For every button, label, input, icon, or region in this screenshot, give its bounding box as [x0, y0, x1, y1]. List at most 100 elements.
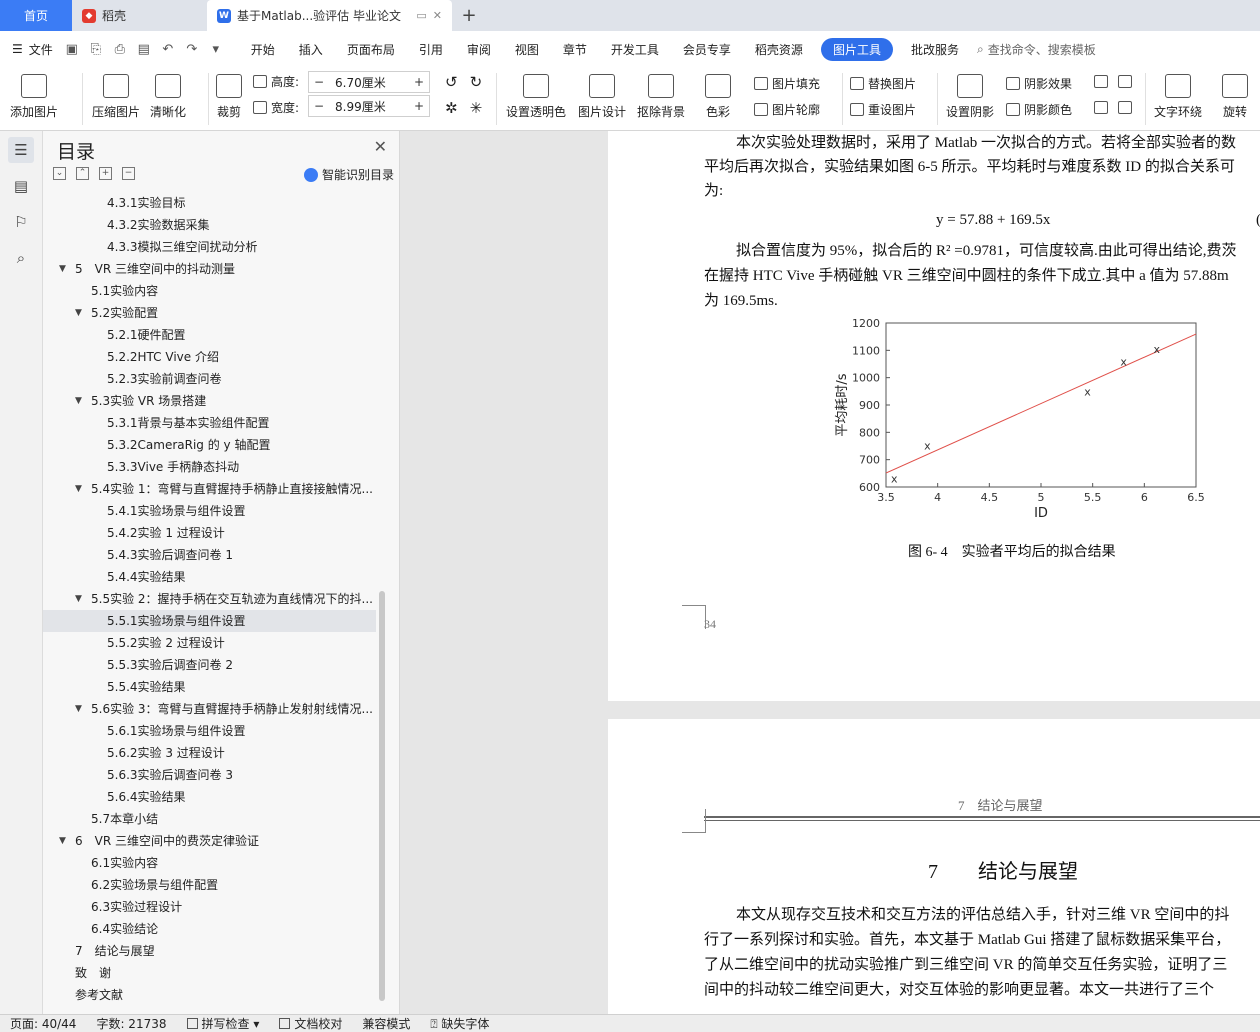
rotate-left-icon[interactable]: ↺	[445, 73, 458, 91]
width-stepper[interactable]: − 8.99厘米 +	[308, 95, 430, 117]
sharpen-button[interactable]: 清晰化	[150, 67, 186, 120]
shadow-left-icon[interactable]	[1094, 101, 1108, 114]
compress-picture-button[interactable]: 压缩图片	[92, 67, 140, 120]
rotate-right-icon[interactable]: ↻	[470, 73, 483, 91]
save-icon[interactable]: ▣	[63, 42, 81, 57]
preview-icon[interactable]: ▤	[135, 42, 153, 57]
tab-home[interactable]: 首页	[0, 0, 72, 31]
toc-item[interactable]: 5.2.3实验前调查问卷	[43, 368, 376, 390]
toc-item[interactable]: ▼ 5.3实验 VR 场景搭建	[43, 390, 376, 412]
toc-item[interactable]: 5.5.3实验后调查问卷 2	[43, 654, 376, 676]
toc-item[interactable]: 4.3.1实验目标	[43, 192, 376, 214]
more-chevron-icon[interactable]: ▾	[207, 42, 225, 57]
reset-picture-button[interactable]: 重设图片	[850, 101, 916, 118]
menu-reference[interactable]: 引用	[407, 41, 455, 58]
brightness-up-icon[interactable]: ✲	[445, 99, 458, 117]
expand-toggle-icon[interactable]: ▼	[59, 258, 66, 280]
toc-scrollbar[interactable]	[379, 591, 385, 1001]
remove-heading-icon[interactable]: −	[122, 167, 135, 180]
word-count[interactable]: 字数: 21738	[96, 1015, 166, 1032]
shadow-down-icon[interactable]	[1118, 75, 1132, 88]
expand-toggle-icon[interactable]: ▼	[75, 390, 82, 412]
toc-item[interactable]: ▼ 5.2实验配置	[43, 302, 376, 324]
toc-item[interactable]: ▼ 5 VR 三维空间中的抖动测量	[43, 258, 376, 280]
tab-close-icon[interactable]: ✕	[433, 9, 442, 22]
height-increase-button[interactable]: +	[409, 75, 429, 89]
menu-daoke[interactable]: 稻壳资源	[743, 41, 815, 58]
spell-check-toggle[interactable]: 拼写检查 ▾	[186, 1015, 259, 1032]
close-icon[interactable]: ✕	[374, 137, 387, 156]
find-icon[interactable]: ⌕	[8, 245, 34, 271]
toc-item[interactable]: 5.3.3Vive 手柄静态抖动	[43, 456, 376, 478]
add-picture-button[interactable]: 添加图片	[10, 67, 58, 120]
menu-batch[interactable]: 批改服务	[899, 41, 971, 58]
toc-item[interactable]: ▼ 5.5实验 2：握持手柄在交互轨迹为直线情况下的抖...	[43, 588, 376, 610]
menu-member[interactable]: 会员专享	[671, 41, 743, 58]
bookmark-icon[interactable]: ⚐	[8, 209, 34, 235]
menu-section[interactable]: 章节	[551, 41, 599, 58]
height-decrease-button[interactable]: −	[309, 75, 329, 89]
width-increase-button[interactable]: +	[409, 99, 429, 113]
crop-button[interactable]: 裁剪	[216, 67, 242, 120]
toc-item[interactable]: 6.2实验场景与组件配置	[43, 874, 376, 896]
document-area[interactable]: 本次实验处理数据时，采用了 Matlab 一次拟合的方式。若将全部实验者的数 平…	[400, 131, 1260, 1014]
menu-start[interactable]: 开始	[239, 41, 287, 58]
width-decrease-button[interactable]: −	[309, 99, 329, 113]
toc-item[interactable]: 5.2.1硬件配置	[43, 324, 376, 346]
redo-icon[interactable]: ↷	[183, 42, 201, 57]
chapter-panel-icon[interactable]: ▤	[8, 173, 34, 199]
shadow-right-icon[interactable]	[1118, 101, 1132, 114]
expand-all-icon[interactable]: ⌃	[76, 167, 89, 180]
collapse-all-icon[interactable]: ⌄	[53, 167, 66, 180]
toc-item[interactable]: 致 谢	[43, 962, 376, 984]
toc-item[interactable]: 5.3.1背景与基本实验组件配置	[43, 412, 376, 434]
menu-view[interactable]: 视图	[503, 41, 551, 58]
toc-item[interactable]: 5.5.1实验场景与组件设置	[43, 610, 376, 632]
print-icon[interactable]: ⎙	[111, 42, 129, 57]
toc-panel-icon[interactable]: ☰	[8, 137, 34, 163]
export-icon[interactable]: ⎘	[87, 42, 105, 57]
expand-toggle-icon[interactable]: ▼	[75, 588, 82, 610]
set-transparent-button[interactable]: 设置透明色	[506, 67, 566, 120]
toc-item[interactable]: 6.3实验过程设计	[43, 896, 376, 918]
toc-item[interactable]: 5.6.2实验 3 过程设计	[43, 742, 376, 764]
picture-design-button[interactable]: 图片设计	[578, 67, 626, 120]
menu-insert[interactable]: 插入	[287, 41, 335, 58]
rotate-button[interactable]: 旋转	[1222, 67, 1248, 120]
toc-item[interactable]: ▼ 5.4实验 1：弯臂与直臂握持手柄静止直接接触情况...	[43, 478, 376, 500]
toc-item[interactable]: 5.5.4实验结果	[43, 676, 376, 698]
toc-item[interactable]: 5.4.2实验 1 过程设计	[43, 522, 376, 544]
menu-review[interactable]: 审阅	[455, 41, 503, 58]
toc-item[interactable]: 6.1实验内容	[43, 852, 376, 874]
toc-item[interactable]: 5.5.2实验 2 过程设计	[43, 632, 376, 654]
undo-icon[interactable]: ↶	[159, 42, 177, 57]
toc-item[interactable]: 6.4实验结论	[43, 918, 376, 940]
text-wrap-button[interactable]: 文字环绕	[1154, 67, 1202, 120]
toc-item[interactable]: 5.3.2CameraRig 的 y 轴配置	[43, 434, 376, 456]
command-search[interactable]: ⌕ 查找命令、搜索模板	[977, 41, 1096, 58]
missing-font-button[interactable]: ⍰ 缺失字体	[430, 1015, 489, 1032]
color-button[interactable]: 色彩	[705, 67, 731, 120]
menu-developer[interactable]: 开发工具	[599, 41, 671, 58]
replace-picture-button[interactable]: 替换图片	[850, 75, 916, 92]
toc-item[interactable]: 5.4.3实验后调查问卷 1	[43, 544, 376, 566]
toc-item[interactable]: 参考文献	[43, 984, 376, 1006]
shadow-up-icon[interactable]	[1094, 75, 1108, 88]
height-stepper[interactable]: − 6.70厘米 +	[308, 71, 430, 93]
file-menu[interactable]: ☰ 文件	[12, 41, 53, 58]
toc-item[interactable]: 4.3.3模拟三维空间扰动分析	[43, 236, 376, 258]
expand-toggle-icon[interactable]: ▼	[75, 698, 82, 720]
fit-chart[interactable]: 3.5 4 4.5 5 5.5 6 6.5600700800900100011001200x…	[818, 313, 1238, 523]
toc-item[interactable]: 5.7本章小结	[43, 808, 376, 830]
toc-item[interactable]: 5.6.3实验后调查问卷 3	[43, 764, 376, 786]
shadow-color-button[interactable]: 阴影颜色	[1006, 101, 1072, 118]
toc-item[interactable]: 5.2.2HTC Vive 介绍	[43, 346, 376, 368]
tab-daoke[interactable]: ◆ 稻壳	[72, 0, 207, 31]
toc-item[interactable]: ▼ 5.6实验 3：弯臂与直臂握持手柄静止发射射线情况...	[43, 698, 376, 720]
toc-item[interactable]: 4.3.2实验数据采集	[43, 214, 376, 236]
smart-toc-button[interactable]: 智能识别目录	[303, 166, 394, 183]
toc-item[interactable]: 5.6.1实验场景与组件设置	[43, 720, 376, 742]
add-heading-icon[interactable]: +	[99, 167, 112, 180]
expand-toggle-icon[interactable]: ▼	[75, 478, 82, 500]
proofread-button[interactable]: 文档校对	[279, 1015, 342, 1032]
